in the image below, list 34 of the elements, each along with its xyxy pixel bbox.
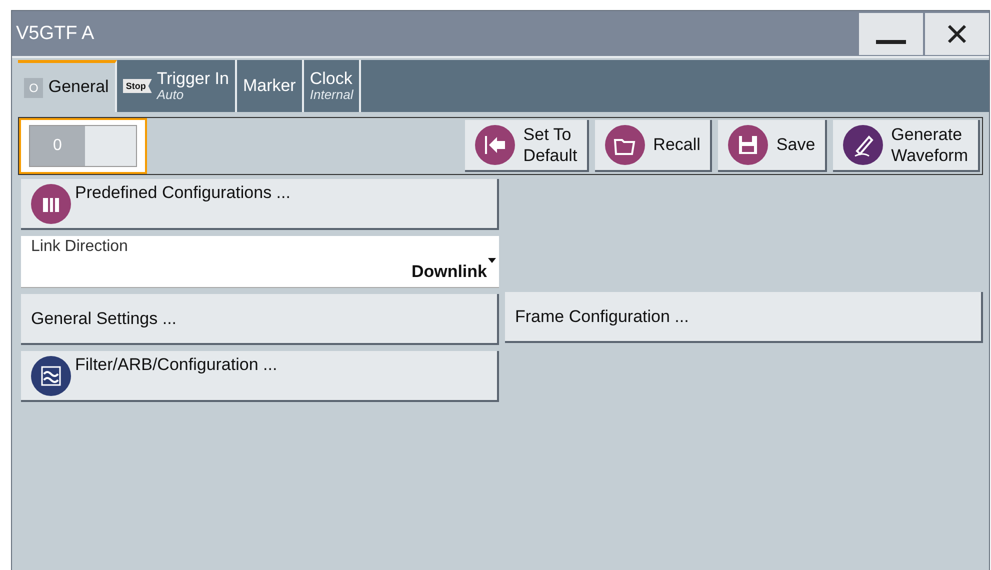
window-title: V5GTF A — [15, 22, 96, 44]
tab[interactable]: O General — [18, 60, 117, 112]
tab-label: Marker — [242, 76, 296, 96]
caret-icon — [488, 258, 496, 263]
close-icon — [947, 24, 967, 44]
toolbar-button[interactable]: Generate Waveform — [833, 120, 980, 172]
stop-badge: Stop — [122, 79, 152, 93]
menu-button[interactable]: Predefined Configurations ... — [21, 179, 499, 230]
minimize-icon — [876, 40, 906, 44]
state-indicator: O — [24, 78, 44, 98]
link-direction-dropdown[interactable]: Link Direction Downlink — [21, 236, 499, 288]
arrow-left-icon — [475, 125, 516, 165]
tab[interactable]: Clock Internal — [304, 60, 362, 112]
toolbar-button[interactable]: Set To Default — [465, 120, 590, 172]
folder-icon — [605, 125, 646, 165]
toolbar-button[interactable]: Save — [718, 120, 828, 172]
filter-icon — [31, 356, 71, 396]
tab-sublabel: Internal — [310, 88, 354, 102]
tab[interactable]: Marker — [236, 60, 304, 112]
tab[interactable]: Stop Trigger In Auto — [116, 60, 237, 112]
close-button[interactable] — [925, 12, 989, 54]
tab-label: Trigger In — [156, 70, 229, 88]
tab-label: General — [48, 78, 109, 97]
toggle-knob: 0 — [30, 126, 85, 166]
menu-button[interactable]: Frame Configuration ... — [505, 292, 983, 343]
minimize-button[interactable] — [859, 12, 923, 54]
tab-sublabel: Auto — [156, 88, 184, 102]
toolbar-button[interactable]: Recall — [595, 120, 712, 172]
menu-button[interactable]: Filter/ARB/Configuration ... — [21, 351, 499, 402]
menu-button[interactable]: General Settings ... — [21, 294, 499, 345]
tab-label: Clock — [310, 70, 352, 88]
floppy-disk-icon — [728, 125, 768, 165]
box-icon — [31, 184, 71, 224]
pen-icon — [843, 125, 884, 165]
